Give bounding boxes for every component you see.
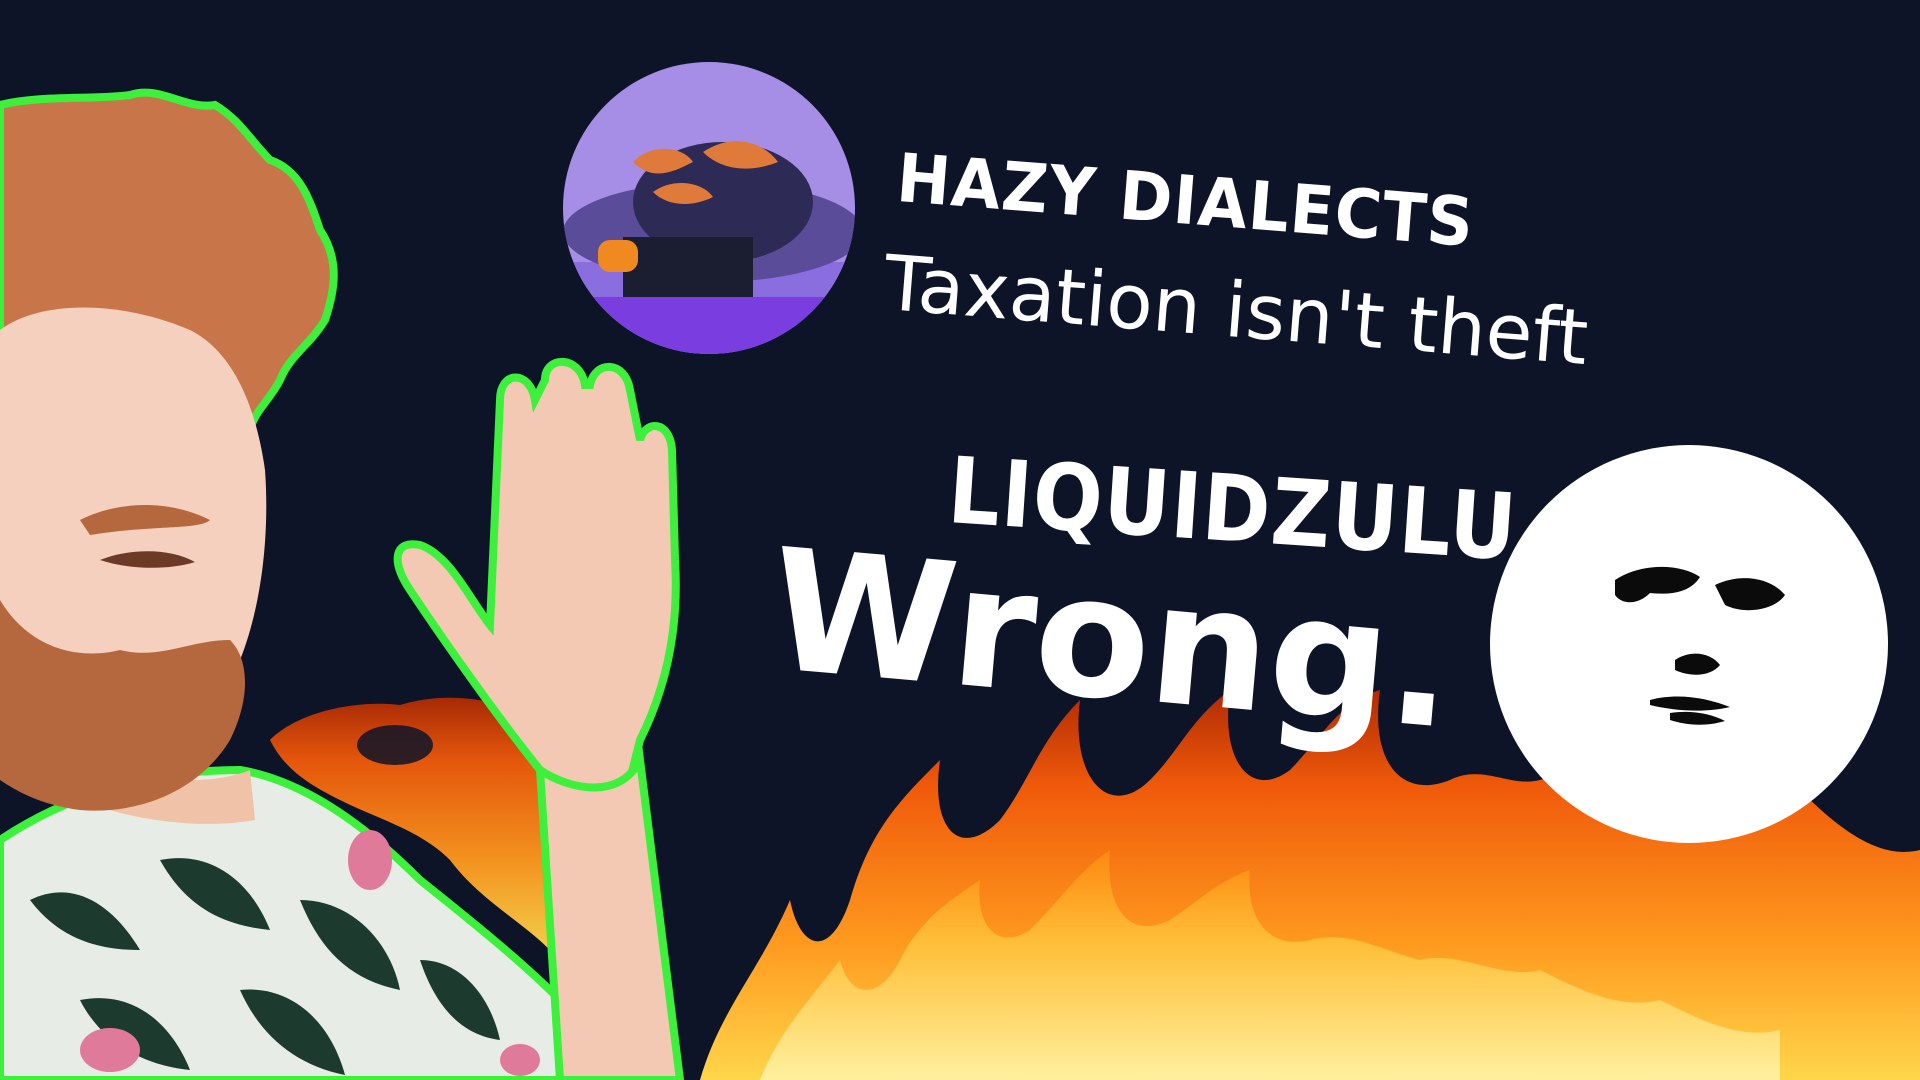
liquidzulu-avatar [1490,445,1888,843]
thumbnail: HAZY DIALECTS Taxation isn't theft LIQUI… [0,0,1920,1080]
hazy-dialects-avatar [563,62,855,354]
raised-hand [393,357,680,795]
arm [535,746,685,1080]
